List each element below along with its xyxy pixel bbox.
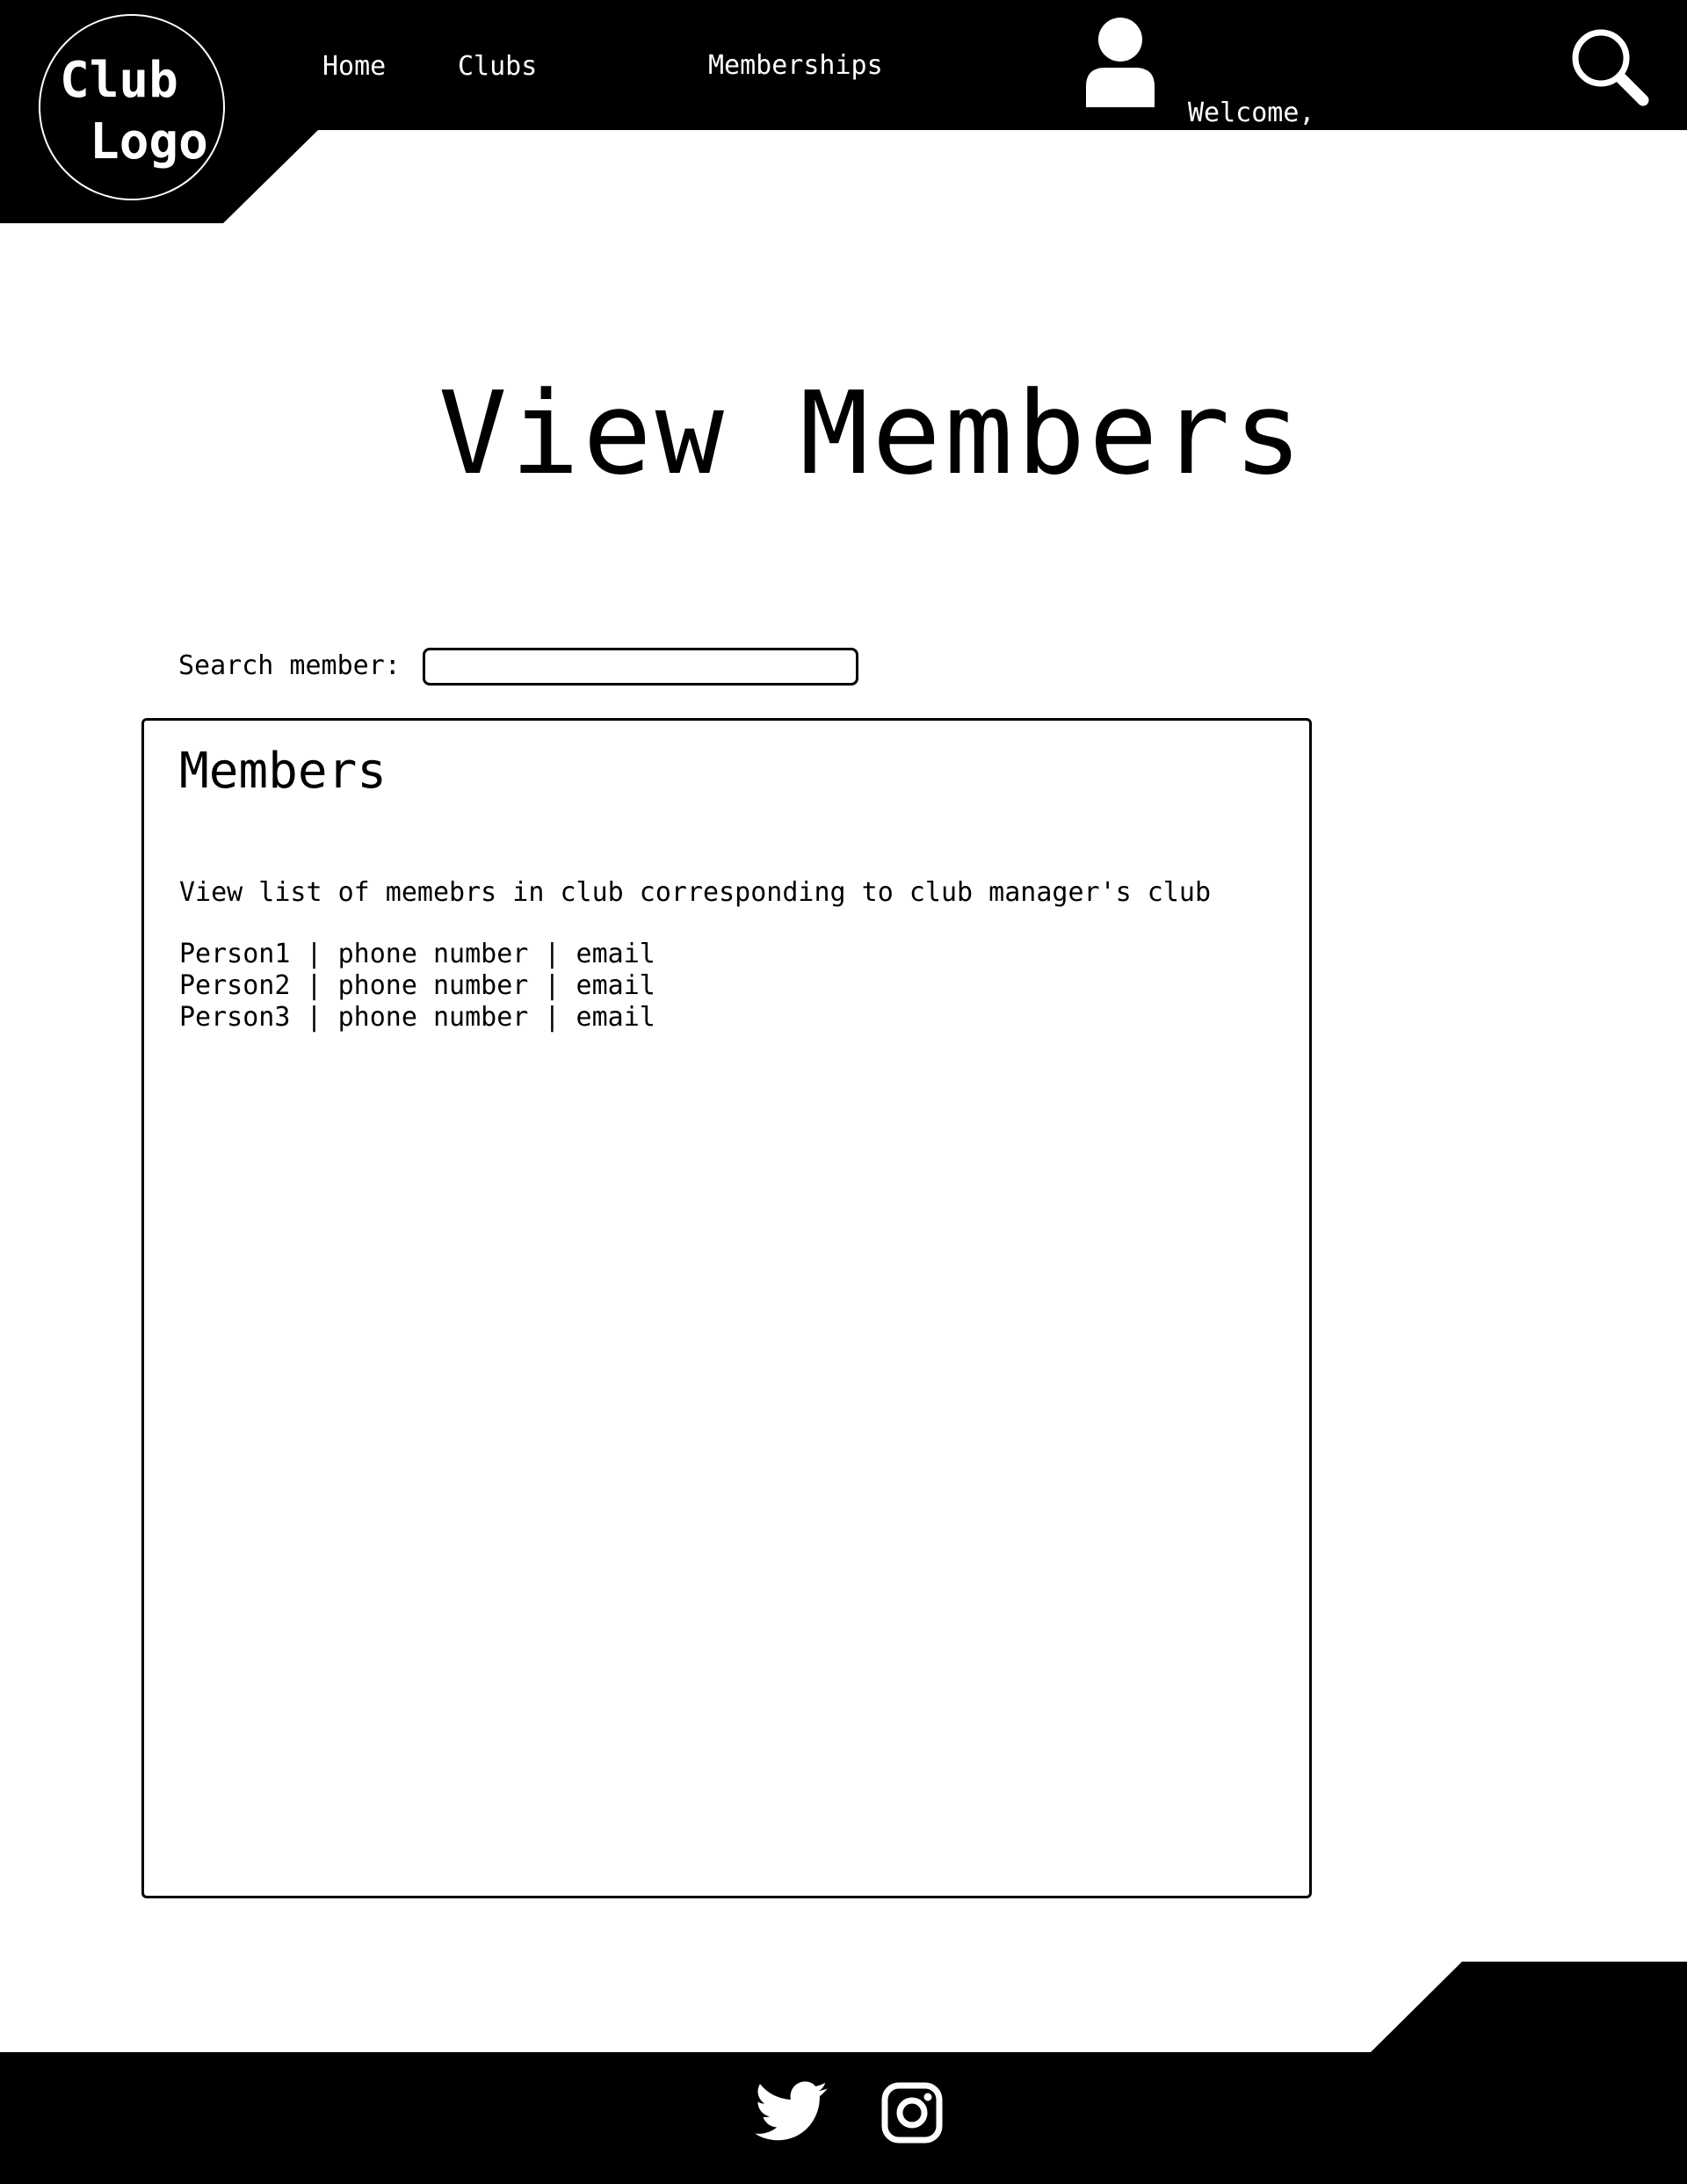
member-list-item[interactable]: Person2 | phone number | email [179, 970, 655, 1002]
nav-clubs-link[interactable]: Clubs [458, 54, 537, 80]
logo-text-line2: Logo [90, 113, 208, 171]
header-bar [0, 0, 1687, 223]
footer-bar [0, 1962, 1687, 2184]
page-title: View Members [438, 366, 1307, 500]
search-member-input[interactable] [423, 648, 858, 686]
member-list: Person1 | phone number | email Person2 |… [179, 939, 655, 1034]
welcome-message: Welcome, Club Manager! [1188, 30, 1394, 264]
search-member-label: Search member: [178, 650, 401, 681]
members-panel-description: View list of memebrs in club correspondi… [179, 877, 1211, 908]
member-list-item[interactable]: Person3 | phone number | email [179, 1002, 655, 1034]
nav-home-link[interactable]: Home [322, 54, 386, 80]
club-logo[interactable]: Club Logo [39, 14, 225, 200]
members-panel: Members View list of memebrs in club cor… [141, 718, 1312, 1898]
user-icon[interactable] [1084, 18, 1156, 107]
logo-text-line1: Club [60, 52, 178, 109]
members-panel-title: Members [179, 743, 387, 800]
welcome-line1: Welcome, [1188, 98, 1315, 128]
member-list-item[interactable]: Person1 | phone number | email [179, 939, 655, 970]
nav-memberships-link[interactable]: Memberships [708, 53, 883, 79]
search-icon[interactable] [1569, 26, 1650, 107]
welcome-line2: Club Manager! [1188, 198, 1394, 229]
twitter-icon[interactable] [754, 2081, 829, 2143]
instagram-icon[interactable] [880, 2081, 944, 2144]
